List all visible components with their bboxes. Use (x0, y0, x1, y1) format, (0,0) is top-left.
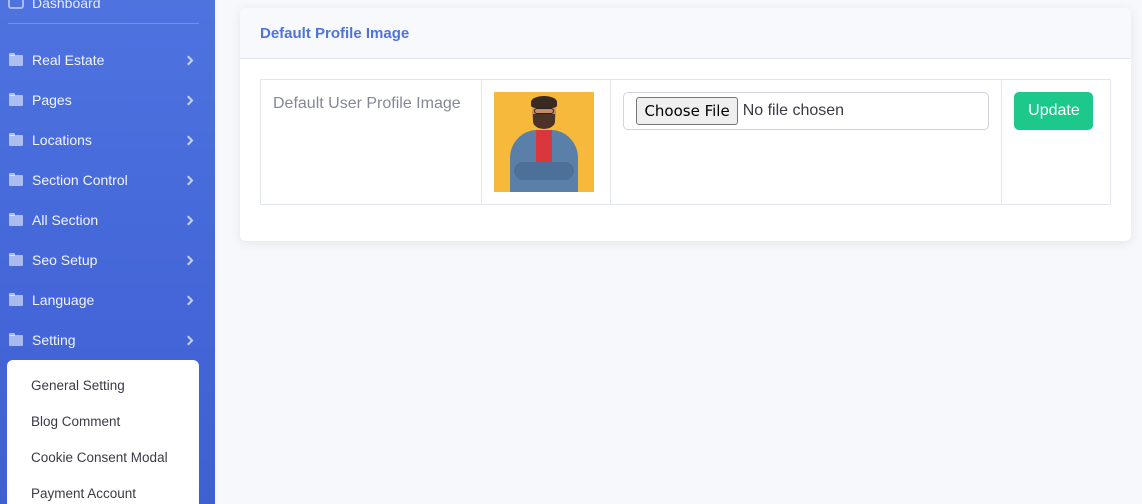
submenu-item-payment-account[interactable]: Payment Account (7, 475, 199, 504)
profile-image-table: Default User Profile Image Choose File N… (260, 79, 1111, 205)
sidebar-item-language[interactable]: Language (0, 280, 215, 320)
folder-icon (9, 132, 23, 146)
chevron-right-icon (183, 135, 194, 145)
sidebar-item-label: Section Control (32, 172, 128, 188)
dashboard-icon (8, 0, 24, 9)
file-input[interactable]: Choose File No file chosen (623, 92, 990, 130)
sidebar-item-pages[interactable]: Pages (0, 80, 215, 120)
sidebar-menu: Real Estate Pages Locations Section Cont… (0, 40, 215, 360)
folder-icon (9, 292, 23, 306)
profile-image-preview (493, 92, 594, 192)
sidebar-item-label: Language (32, 292, 95, 308)
setting-submenu: General Setting Blog Comment Cookie Cons… (7, 360, 199, 504)
sidebar-item-seo-setup[interactable]: Seo Setup (0, 240, 215, 280)
avatar-hair (530, 96, 557, 108)
folder-icon (9, 172, 23, 186)
row-label: Default User Profile Image (261, 80, 482, 204)
chevron-right-icon (183, 255, 194, 265)
update-button[interactable]: Update (1014, 92, 1094, 130)
image-cell (482, 80, 612, 204)
chevron-right-icon (183, 295, 194, 305)
avatar-beard (532, 114, 555, 129)
choose-file-button[interactable]: Choose File (636, 97, 738, 125)
sidebar-item-real-estate[interactable]: Real Estate (0, 40, 215, 80)
sidebar-item-label: Dashboard (32, 0, 101, 11)
chevron-right-icon (183, 55, 194, 65)
sidebar-item-label: Locations (32, 132, 92, 148)
card-title: Default Profile Image (260, 24, 410, 42)
folder-icon (9, 212, 23, 226)
chevron-right-icon (183, 215, 194, 225)
sidebar-item-setting[interactable]: Setting (0, 320, 215, 360)
file-status: No file chosen (742, 102, 845, 119)
avatar-glasses (533, 108, 554, 114)
card-header: Default Profile Image (240, 8, 1131, 59)
sidebar-item-label: Pages (32, 92, 72, 108)
sidebar-divider (8, 23, 199, 24)
sidebar-item-section-control[interactable]: Section Control (0, 160, 215, 200)
submenu-item-cookie-consent-modal[interactable]: Cookie Consent Modal (7, 439, 199, 475)
folder-icon (9, 252, 23, 266)
action-cell: Update (1002, 80, 1110, 204)
file-cell: Choose File No file chosen (611, 80, 1003, 204)
chevron-right-icon (183, 335, 194, 345)
sidebar-item-all-section[interactable]: All Section (0, 200, 215, 240)
profile-image-card: Default Profile Image Default User Profi… (240, 8, 1131, 241)
chevron-right-icon (183, 95, 194, 105)
sidebar-item-dashboard[interactable]: Dashboard (8, 0, 101, 14)
sidebar-item-label: All Section (32, 212, 99, 228)
submenu-item-blog-comment[interactable]: Blog Comment (7, 403, 199, 439)
sidebar-item-label: Seo Setup (32, 252, 98, 268)
folder-icon (9, 92, 23, 106)
sidebar-item-label: Setting (32, 332, 76, 348)
submenu-item-general-setting[interactable]: General Setting (7, 367, 199, 403)
avatar-arms (513, 162, 574, 180)
folder-icon (9, 332, 23, 346)
chevron-right-icon (183, 175, 194, 185)
folder-icon (9, 52, 23, 66)
sidebar-item-locations[interactable]: Locations (0, 120, 215, 160)
sidebar-item-label: Real Estate (32, 52, 105, 68)
sidebar: Dashboard Real Estate Pages Locations Se… (0, 0, 215, 504)
